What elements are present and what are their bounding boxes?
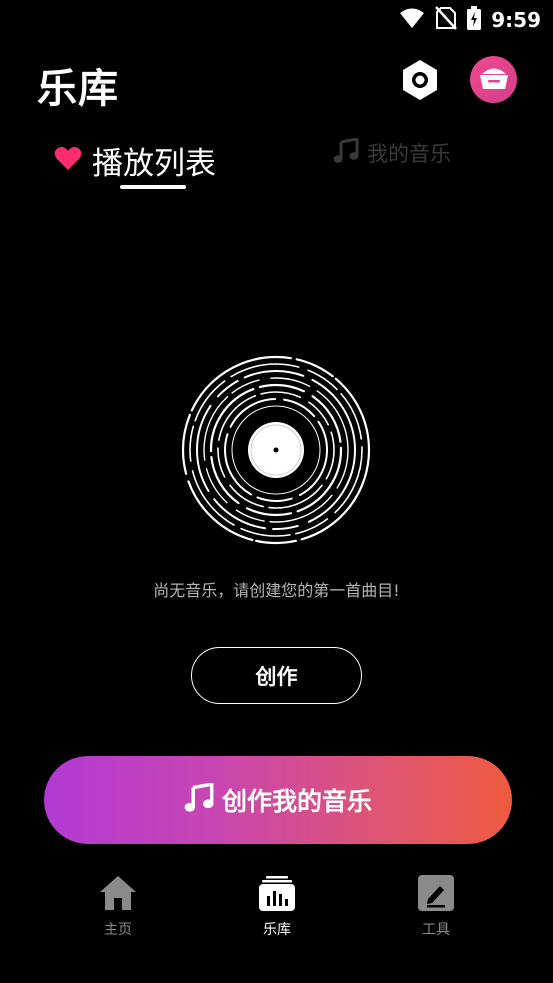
- tab-playlist[interactable]: 播放列表: [54, 138, 216, 183]
- nav-library-label: 乐库: [263, 922, 291, 938]
- vinyl-record-icon: [176, 352, 376, 548]
- library-icon: [258, 874, 296, 916]
- crown-basket-icon: [479, 65, 509, 95]
- status-clock: 9:59: [491, 8, 541, 32]
- cta-label: 创作我的音乐: [221, 787, 372, 816]
- create-my-music-button[interactable]: 创作我的音乐: [44, 756, 512, 844]
- heart-icon: [54, 146, 82, 175]
- shop-button[interactable]: [470, 56, 517, 103]
- create-button[interactable]: 创作: [191, 647, 362, 704]
- tab-my-music-label: 我的音乐: [367, 142, 451, 166]
- library-screen: 9:59 乐库 播放列表 我的音乐 尚无音乐，请创建您的第一首曲目! 创作 创作…: [0, 0, 553, 983]
- nav-home-label: 主页: [104, 922, 132, 938]
- music-note-icon: [184, 782, 214, 817]
- settings-button[interactable]: [398, 58, 442, 102]
- edit-icon: [417, 874, 455, 916]
- active-tab-indicator: [120, 185, 186, 189]
- home-icon: [98, 874, 138, 916]
- nav-tools[interactable]: 工具: [396, 874, 476, 939]
- nav-tools-label: 工具: [422, 922, 450, 938]
- tab-playlist-label: 播放列表: [92, 146, 216, 182]
- battery-charging-icon: [467, 6, 482, 34]
- music-note-icon: [333, 137, 359, 168]
- settings-hexagon-icon: [398, 60, 442, 106]
- empty-state-message: 尚无音乐，请创建您的第一首曲目!: [153, 581, 400, 600]
- nav-home[interactable]: 主页: [78, 874, 158, 939]
- status-bar: 9:59: [0, 0, 553, 38]
- nav-library[interactable]: 乐库: [237, 874, 317, 939]
- page-title: 乐库: [37, 66, 119, 112]
- status-icons: 9:59: [399, 6, 541, 34]
- tab-my-music[interactable]: 我的音乐: [333, 137, 451, 168]
- no-sim-icon: [435, 6, 458, 34]
- wifi-icon: [399, 7, 425, 33]
